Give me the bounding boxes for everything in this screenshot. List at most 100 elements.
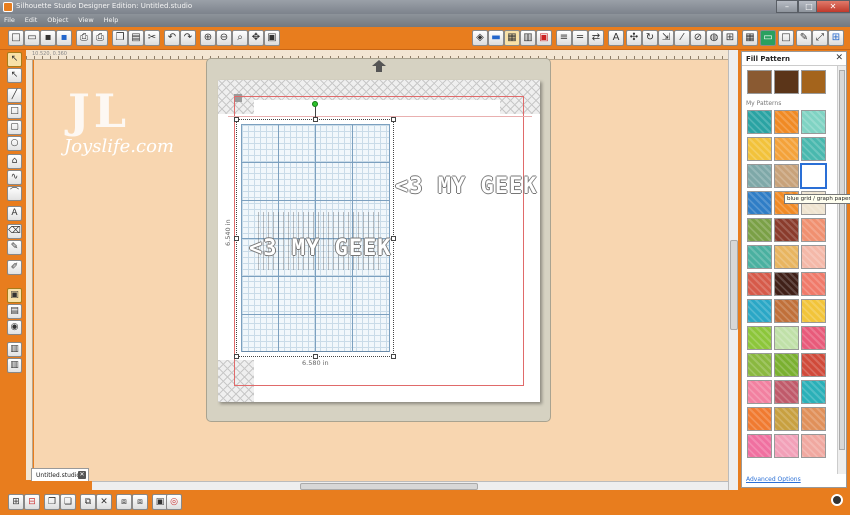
minimize-button[interactable]: – [776,0,798,13]
pattern-swatch[interactable] [747,245,772,269]
rotate-icon[interactable]: ↻ [642,30,658,46]
compound-icon[interactable]: ❐ [44,494,60,510]
pattern-swatch[interactable] [801,326,826,350]
pattern-swatch[interactable] [774,70,799,94]
text-icon[interactable]: A [7,206,22,221]
line-icon[interactable]: ╱ [7,88,22,103]
horizontal-scroll-thumb[interactable] [300,483,478,490]
menu-file[interactable]: File [0,14,18,24]
copy-icon[interactable]: ❐ [112,30,128,46]
scale-icon[interactable]: ⇲ [658,30,674,46]
menu-object[interactable]: Object [43,14,71,24]
selection-box[interactable] [236,119,394,357]
text-style-icon[interactable]: ⇄ [588,30,604,46]
pattern-swatch[interactable] [774,218,799,242]
point-edit-icon[interactable]: ↖ [7,68,22,83]
save-icon[interactable]: ▪ [40,30,56,46]
pattern-swatch[interactable] [747,407,772,431]
rounded-rect-icon[interactable]: ▢ [7,120,22,135]
curve-icon[interactable]: ∿ [7,170,22,185]
redo-icon[interactable]: ↷ [180,30,196,46]
pattern-swatch[interactable] [774,272,799,296]
line-color-icon[interactable]: ▬ [488,30,504,46]
pattern-swatch[interactable] [774,164,799,188]
pattern-swatch[interactable] [801,137,826,161]
delete-icon[interactable]: ✕ [96,494,112,510]
paste-icon[interactable]: ▤ [128,30,144,46]
rotate-handle[interactable] [312,101,318,107]
close-button[interactable]: ✕ [816,0,850,13]
pattern-swatch[interactable] [774,137,799,161]
close-tab-icon[interactable]: ✕ [78,471,86,479]
menu-edit[interactable]: Edit [21,14,41,24]
eraser-tool-icon[interactable]: ⌫ [7,224,22,239]
cut-target-icon[interactable]: ◎ [166,494,182,510]
pattern-swatch[interactable] [747,164,772,188]
line-style-icon[interactable]: ▣ [536,30,552,46]
pattern-swatch[interactable] [774,407,799,431]
cut-icon[interactable]: ✂ [144,30,160,46]
paint-icon[interactable]: ✐ [7,260,22,275]
pattern-swatch[interactable] [747,434,772,458]
menu-help[interactable]: Help [100,14,122,24]
pattern-swatch[interactable] [774,380,799,404]
zoom-out-icon[interactable]: ⊖ [216,30,232,46]
resize-handle[interactable] [234,354,239,359]
panel-close-button[interactable]: ✕ [835,53,843,63]
fill-panel-icon[interactable]: ▣ [7,288,22,303]
ellipse-icon[interactable]: ○ [7,136,22,151]
transform-icon[interactable]: ═ [572,30,588,46]
save-to-library-icon[interactable]: ▪ [56,30,72,46]
pattern-swatch[interactable] [801,272,826,296]
print-cut-icon[interactable]: ⎙ [92,30,108,46]
resize-handle[interactable] [234,117,239,122]
vertical-scrollbar[interactable] [728,50,738,490]
resize-handle[interactable] [391,117,396,122]
pattern-swatch[interactable] [747,218,772,242]
pattern-swatch[interactable] [774,353,799,377]
pattern-swatch[interactable] [801,110,826,134]
pattern-swatch[interactable] [774,245,799,269]
resize-handle[interactable] [391,354,396,359]
pattern-swatch[interactable] [747,353,772,377]
pattern-swatch[interactable] [800,163,827,189]
pattern-swatch[interactable] [747,380,772,404]
resize-handle[interactable] [391,236,396,241]
pattern-swatch[interactable] [801,218,826,242]
resize-handle[interactable] [234,236,239,241]
zoom-in-icon[interactable]: ⊕ [200,30,216,46]
design-text-outer[interactable]: <3 MY GEEK [395,174,537,199]
horizontal-scrollbar[interactable] [92,481,728,490]
pattern-swatch[interactable] [774,434,799,458]
pattern-swatch[interactable] [747,110,772,134]
panel-scroll-thumb[interactable] [839,70,845,450]
store-icon[interactable]: ◉ [7,320,22,335]
pattern-swatch[interactable] [801,380,826,404]
eraser-icon[interactable]: ▭ [760,30,776,46]
zoom-select-icon[interactable]: ⌕ [232,30,248,46]
open-icon[interactable]: ▭ [24,30,40,46]
vertical-scroll-thumb[interactable] [730,240,738,330]
group-icon[interactable]: ⊞ [8,494,24,510]
arc-icon[interactable]: ⌒ [7,186,22,201]
pattern-swatch[interactable] [747,272,772,296]
pattern-swatch[interactable] [747,299,772,323]
offset-icon[interactable]: ◍ [706,30,722,46]
rectangle-icon[interactable]: □ [7,104,22,119]
polygon-icon[interactable]: ⌂ [7,154,22,169]
fill-pattern-icon[interactable]: ▦ [504,30,520,46]
pattern-swatch[interactable] [801,353,826,377]
knife-icon[interactable]: ▦ [742,30,758,46]
duplicate-icon[interactable]: ⧉ [80,494,96,510]
pattern-swatch[interactable] [801,70,826,94]
pattern-swatch[interactable] [747,326,772,350]
align-icon[interactable]: A [608,30,624,46]
pattern-swatch[interactable] [747,137,772,161]
menu-view[interactable]: View [74,14,96,24]
fill-color-icon[interactable]: ◈ [472,30,488,46]
advanced-options-link[interactable]: Advanced Options [746,476,801,483]
fill-gradient-icon[interactable]: ▥ [520,30,536,46]
pattern-swatch[interactable] [774,299,799,323]
cut-settings-icon[interactable]: ✎ [796,30,812,46]
line-weight-icon[interactable]: ≡ [556,30,572,46]
